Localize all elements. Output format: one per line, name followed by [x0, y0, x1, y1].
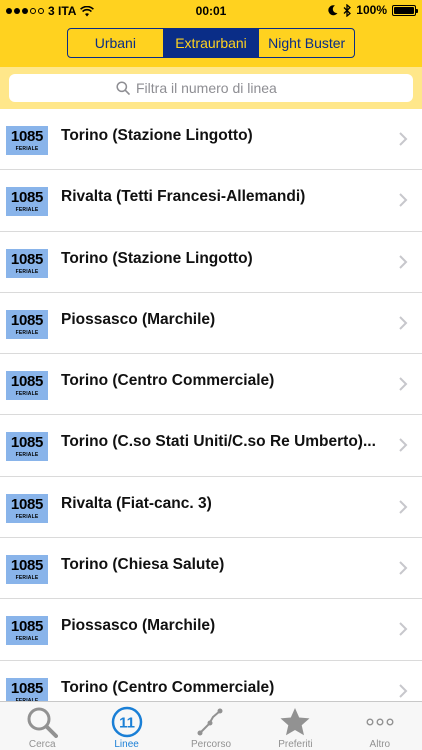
line-destination: Piossasco (Marchile): [61, 310, 216, 328]
line-badge: 1085 FERIALE: [6, 493, 48, 523]
line-category-selector: Urbani Extraurbani Night Buster: [67, 28, 355, 58]
chevron-right-icon: [399, 683, 408, 698]
chevron-right-icon: [399, 561, 408, 575]
star-icon: [280, 707, 310, 735]
search-field-container[interactable]: [9, 74, 413, 102]
line-number: 1085: [10, 679, 44, 697]
tab-label: Linee: [114, 739, 139, 750]
list-item[interactable]: 1085 FERIALE Rivalta (Fiat-canc. 3): [0, 477, 422, 539]
chevron-right-icon: [399, 622, 408, 637]
line-number: 1085: [10, 128, 44, 145]
line-type: FERIALE: [15, 513, 39, 520]
tab-percorso[interactable]: Percorso: [169, 702, 253, 750]
line-number: 1085: [10, 618, 44, 636]
line-destination: Piossasco (Marchile): [61, 617, 216, 635]
more-icon: [366, 717, 394, 725]
chevron-right-icon: [399, 132, 408, 146]
search-input[interactable]: [136, 80, 306, 96]
line-type: FERIALE: [15, 452, 39, 459]
search-icon: [116, 81, 130, 95]
lines-list: 1085 FERIALE Torino (Stazione Lingotto) …: [0, 109, 422, 701]
list-item[interactable]: 1085 FERIALE Rivalta (Tetti Francesi-All…: [0, 170, 422, 232]
line-number: 1085: [10, 189, 44, 207]
chevron-right-icon: [399, 193, 408, 208]
line-badge: 1085 FERIALE: [6, 371, 48, 401]
tab-cerca[interactable]: Cerca: [0, 702, 84, 750]
tab-preferiti[interactable]: Preferiti: [253, 702, 337, 750]
list-item[interactable]: 1085 FERIALE Torino (C.so Stati Uniti/C.…: [0, 415, 422, 477]
line-type: FERIALE: [15, 575, 39, 582]
moon-icon: [328, 4, 338, 15]
line-type: FERIALE: [15, 391, 39, 398]
line-destination: Torino (C.so Stati Uniti/C.so Re Umberto…: [61, 433, 376, 451]
line-badge: 1085 FERIALE: [6, 555, 48, 585]
list-item[interactable]: 1085 FERIALE Piossasco (Marchile): [0, 599, 422, 661]
list-item[interactable]: 1085 FERIALE Torino (Chiesa Salute): [0, 538, 422, 600]
chevron-right-icon: [399, 254, 408, 269]
tab-label: Cerca: [28, 739, 56, 750]
tab-label: Altro: [369, 739, 391, 750]
chevron-right-icon: [399, 438, 408, 453]
line-badge: 1085 FERIALE: [6, 187, 48, 217]
line-badge: 1085 FERIALE: [6, 248, 48, 278]
line-badge: 1085 FERIALE: [6, 677, 48, 701]
line-number: 1085: [10, 311, 44, 329]
list-item[interactable]: 1085 FERIALE Torino (Stazione Lingotto): [0, 232, 422, 293]
list-item[interactable]: 1085 FERIALE Piossasco (Marchile): [0, 293, 422, 355]
line-destination: Rivalta (Tetti Francesi-Allemandi): [61, 188, 306, 206]
line-destination: Torino (Centro Commerciale): [61, 678, 275, 696]
tab-label: Percorso: [191, 739, 232, 750]
line-type: FERIALE: [15, 146, 39, 152]
list-item[interactable]: 1085 FERIALE Torino (Stazione Lingotto): [0, 109, 422, 171]
lines-tab-badge: 11: [119, 714, 135, 731]
line-badge: 1085 FERIALE: [6, 616, 48, 646]
chevron-right-icon: [399, 500, 408, 514]
search-bar: [0, 67, 422, 109]
line-number: 1085: [10, 495, 44, 513]
line-destination: Torino (Stazione Lingotto): [61, 249, 253, 267]
line-type: FERIALE: [15, 268, 39, 275]
segment-urbani[interactable]: Urbani: [68, 29, 164, 57]
bluetooth-icon: [343, 3, 352, 17]
lines-icon: 11: [111, 706, 142, 737]
line-number: 1085: [10, 373, 44, 391]
search-icon: [27, 707, 59, 738]
line-badge: 1085 FERIALE: [6, 309, 48, 339]
segment-extraurbani[interactable]: Extraurbani: [163, 29, 260, 57]
line-type: FERIALE: [15, 636, 39, 643]
line-destination: Torino (Stazione Lingotto): [61, 127, 253, 144]
route-icon: [197, 708, 223, 735]
line-type: FERIALE: [15, 329, 39, 336]
line-number: 1085: [10, 250, 44, 268]
tab-bar: Cerca 11 Linee Percorso Preferiti Altro: [0, 701, 422, 750]
battery-icon: [392, 4, 418, 16]
chevron-right-icon: [399, 316, 408, 330]
line-type: FERIALE: [15, 207, 39, 214]
line-number: 1085: [10, 434, 44, 452]
header: 3 ITA 00:01 100% Urbani Extraurbani Nigh…: [0, 0, 422, 67]
status-bar: 3 ITA 00:01 100%: [0, 0, 422, 22]
line-number: 1085: [10, 557, 44, 575]
battery-percent: 100%: [356, 3, 387, 17]
tab-linee[interactable]: 11 Linee: [84, 702, 168, 750]
chevron-right-icon: [399, 377, 408, 391]
status-right: 100%: [328, 3, 418, 17]
line-destination: Torino (Centro Commerciale): [61, 372, 275, 390]
segment-night-buster[interactable]: Night Buster: [259, 29, 354, 57]
line-badge: 1085 FERIALE: [6, 126, 48, 155]
line-destination: Rivalta (Fiat-canc. 3): [61, 494, 212, 512]
list-item[interactable]: 1085 FERIALE Torino (Centro Commerciale): [0, 354, 422, 416]
tab-altro[interactable]: Altro: [338, 702, 422, 750]
line-badge: 1085 FERIALE: [6, 432, 48, 462]
tab-label: Preferiti: [278, 739, 313, 750]
list-item[interactable]: 1085 FERIALE Torino (Centro Commerciale): [0, 661, 422, 701]
line-destination: Torino (Chiesa Salute): [61, 556, 225, 574]
